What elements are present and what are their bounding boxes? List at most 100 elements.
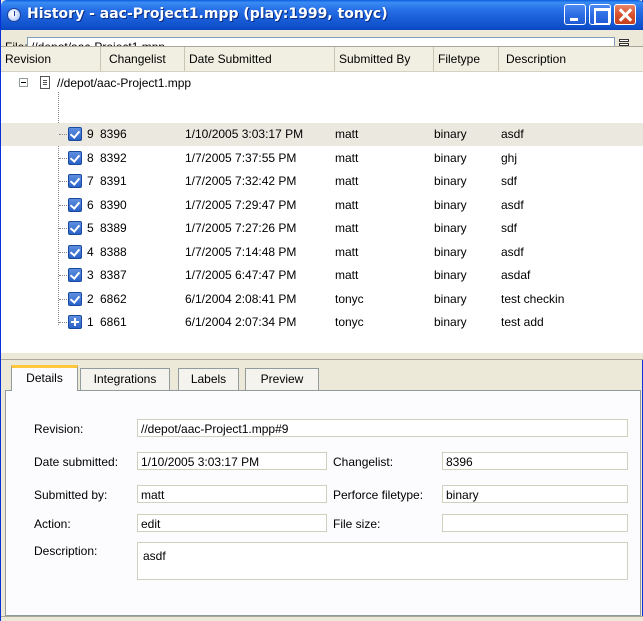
date-submitted-label: Date submitted: [34, 455, 119, 469]
column-header-changelist[interactable]: Changelist [101, 47, 185, 71]
revision-number: 6 [87, 197, 94, 212]
description-field[interactable]: asdf [137, 542, 628, 580]
submitted-by-cell: matt [335, 244, 359, 259]
filetype-cell: binary [434, 174, 467, 188]
revision-number: 4 [87, 244, 94, 259]
changelist-field[interactable]: 8396 [442, 452, 628, 470]
status-bar [1, 616, 643, 621]
column-header-date-submitted[interactable]: Date Submitted [185, 47, 335, 71]
plus-icon [68, 315, 82, 329]
tab-preview[interactable]: Preview [245, 368, 319, 390]
column-header-revision[interactable]: Revision [1, 47, 101, 71]
changelist-cell: 8396 [100, 127, 127, 141]
description-cell: asdf [501, 127, 524, 141]
column-headers: Revision Changelist Date Submitted Submi… [1, 47, 643, 72]
description-cell: asdf [501, 197, 524, 212]
revision-row[interactable]: 4 8388 1/7/2005 7:14:48 PM matt binary asdf [1, 241, 643, 264]
check-icon [68, 244, 82, 259]
detail-tabs: Details Integrations Labels Preview [1, 360, 643, 391]
description-cell: test checkin [501, 291, 565, 306]
tab-integrations[interactable]: Integrations [80, 368, 170, 390]
changelist-cell: 8389 [100, 221, 127, 235]
tree-branch-line [59, 228, 67, 229]
minimize-button[interactable] [564, 4, 586, 25]
submitted-by-cell: matt [335, 221, 359, 235]
window-title: History - aac-Project1.mpp (play:1999, t… [27, 6, 388, 22]
file-size-field[interactable] [442, 514, 628, 532]
tree-branch-line [59, 181, 67, 182]
revision-row[interactable]: 9 8396 1/10/2005 3:03:17 PM matt binary asdf [1, 123, 643, 146]
changelist-cell: 8387 [100, 268, 127, 282]
date-submitted-cell: 1/7/2005 7:32:42 PM [185, 174, 297, 188]
revision-row[interactable]: 6 8390 1/7/2005 7:29:47 PM matt binary asdf [1, 194, 643, 217]
pane-splitter[interactable] [1, 352, 643, 360]
description-cell: asdaf [501, 268, 531, 282]
tree-branch-line [59, 322, 67, 323]
revision-field[interactable]: //depot/aac-Project1.mpp#9 [137, 419, 628, 437]
tab-details[interactable]: Details [11, 365, 78, 391]
maximize-button[interactable] [589, 4, 611, 25]
description-cell: sdf [501, 174, 518, 188]
changelist-cell: 6862 [100, 291, 127, 306]
column-header-submitted-by[interactable]: Submitted By [335, 47, 434, 71]
revision-list[interactable]: Revision Changelist Date Submitted Submi… [1, 46, 643, 352]
check-icon [68, 268, 82, 282]
date-submitted-cell: 1/7/2005 6:47:47 PM [185, 268, 297, 282]
history-window: History - aac-Project1.mpp (play:1999, t… [0, 0, 643, 621]
changelist-cell: 8390 [100, 197, 127, 212]
filetype-cell: binary [434, 221, 467, 235]
tree-branch-line [59, 157, 67, 159]
column-header-filetype[interactable]: Filetype [434, 47, 499, 71]
submitted-by-cell: matt [335, 197, 359, 212]
date-submitted-cell: 6/1/2004 2:08:41 PM [185, 291, 297, 306]
revision-number: 5 [87, 221, 94, 235]
filetype-cell: binary [434, 315, 467, 329]
revision-number: 8 [87, 150, 94, 165]
revision-row[interactable]: 1 6861 6/1/2004 2:07:34 PM tonyc binary test … [1, 311, 643, 334]
changelist-cell: 8388 [100, 244, 127, 259]
filetype-cell: binary [434, 244, 467, 259]
revision-number: 7 [87, 174, 94, 188]
submitted-by-cell: matt [335, 127, 359, 141]
changelist-label: Changelist: [333, 455, 394, 469]
close-button[interactable] [614, 4, 636, 25]
submitted-by-cell: matt [335, 268, 359, 282]
revision-row[interactable]: 5 8389 1/7/2005 7:27:26 PM matt binary sdf [1, 217, 643, 240]
submitted-by-cell: tonyc [335, 315, 364, 329]
submitted-by-label: Submitted by: [34, 488, 108, 502]
filetype-cell: binary [434, 127, 467, 141]
revision-row[interactable]: 3 8387 1/7/2005 6:47:47 PM matt binary asdaf [1, 264, 643, 287]
revision-number: 3 [87, 268, 94, 282]
revision-row[interactable]: 7 8391 1/7/2005 7:32:42 PM matt binary sdf [1, 170, 643, 193]
tree-root-path[interactable]: //depot/aac-Project1.mpp [57, 76, 191, 90]
description-cell: ghj [501, 150, 518, 165]
revision-row[interactable]: 2 6862 6/1/2004 2:08:41 PM tonyc binary test … [1, 288, 643, 311]
description-label: Description: [34, 544, 98, 558]
details-panel: Revision: //depot/aac-Project1.mpp#9 Dat… [5, 390, 641, 616]
date-submitted-cell: 1/7/2005 7:14:48 PM [185, 244, 297, 259]
column-header-description[interactable]: Description [499, 47, 643, 71]
perforce-filetype-label: Perforce filetype: [333, 488, 424, 502]
submitted-by-cell: matt [335, 150, 359, 165]
date-submitted-cell: 1/7/2005 7:29:47 PM [185, 197, 297, 212]
submitted-by-field[interactable]: matt [137, 485, 327, 503]
title-bar[interactable]: History - aac-Project1.mpp (play:1999, t… [1, 0, 643, 30]
revision-row[interactable]: 8 8392 1/7/2005 7:37:55 PM matt binary ghj [1, 147, 643, 170]
check-icon [68, 291, 82, 306]
date-submitted-cell: 1/10/2005 3:03:17 PM [185, 127, 304, 141]
perforce-filetype-field[interactable]: binary [442, 485, 628, 503]
check-icon [68, 150, 82, 165]
description-cell: sdf [501, 221, 518, 235]
filetype-cell: binary [434, 150, 467, 165]
revision-number: 2 [87, 291, 94, 306]
check-icon [68, 221, 82, 235]
changelist-cell: 8392 [100, 150, 127, 165]
tree-collapse-icon[interactable] [19, 78, 28, 87]
revision-number: 9 [87, 127, 94, 141]
action-field[interactable]: edit [137, 514, 327, 532]
date-submitted-field[interactable]: 1/10/2005 3:03:17 PM [137, 452, 327, 470]
changelist-cell: 6861 [100, 315, 127, 329]
app-icon [7, 8, 21, 22]
tab-labels[interactable]: Labels [178, 368, 239, 390]
changelist-cell: 8391 [100, 174, 127, 188]
